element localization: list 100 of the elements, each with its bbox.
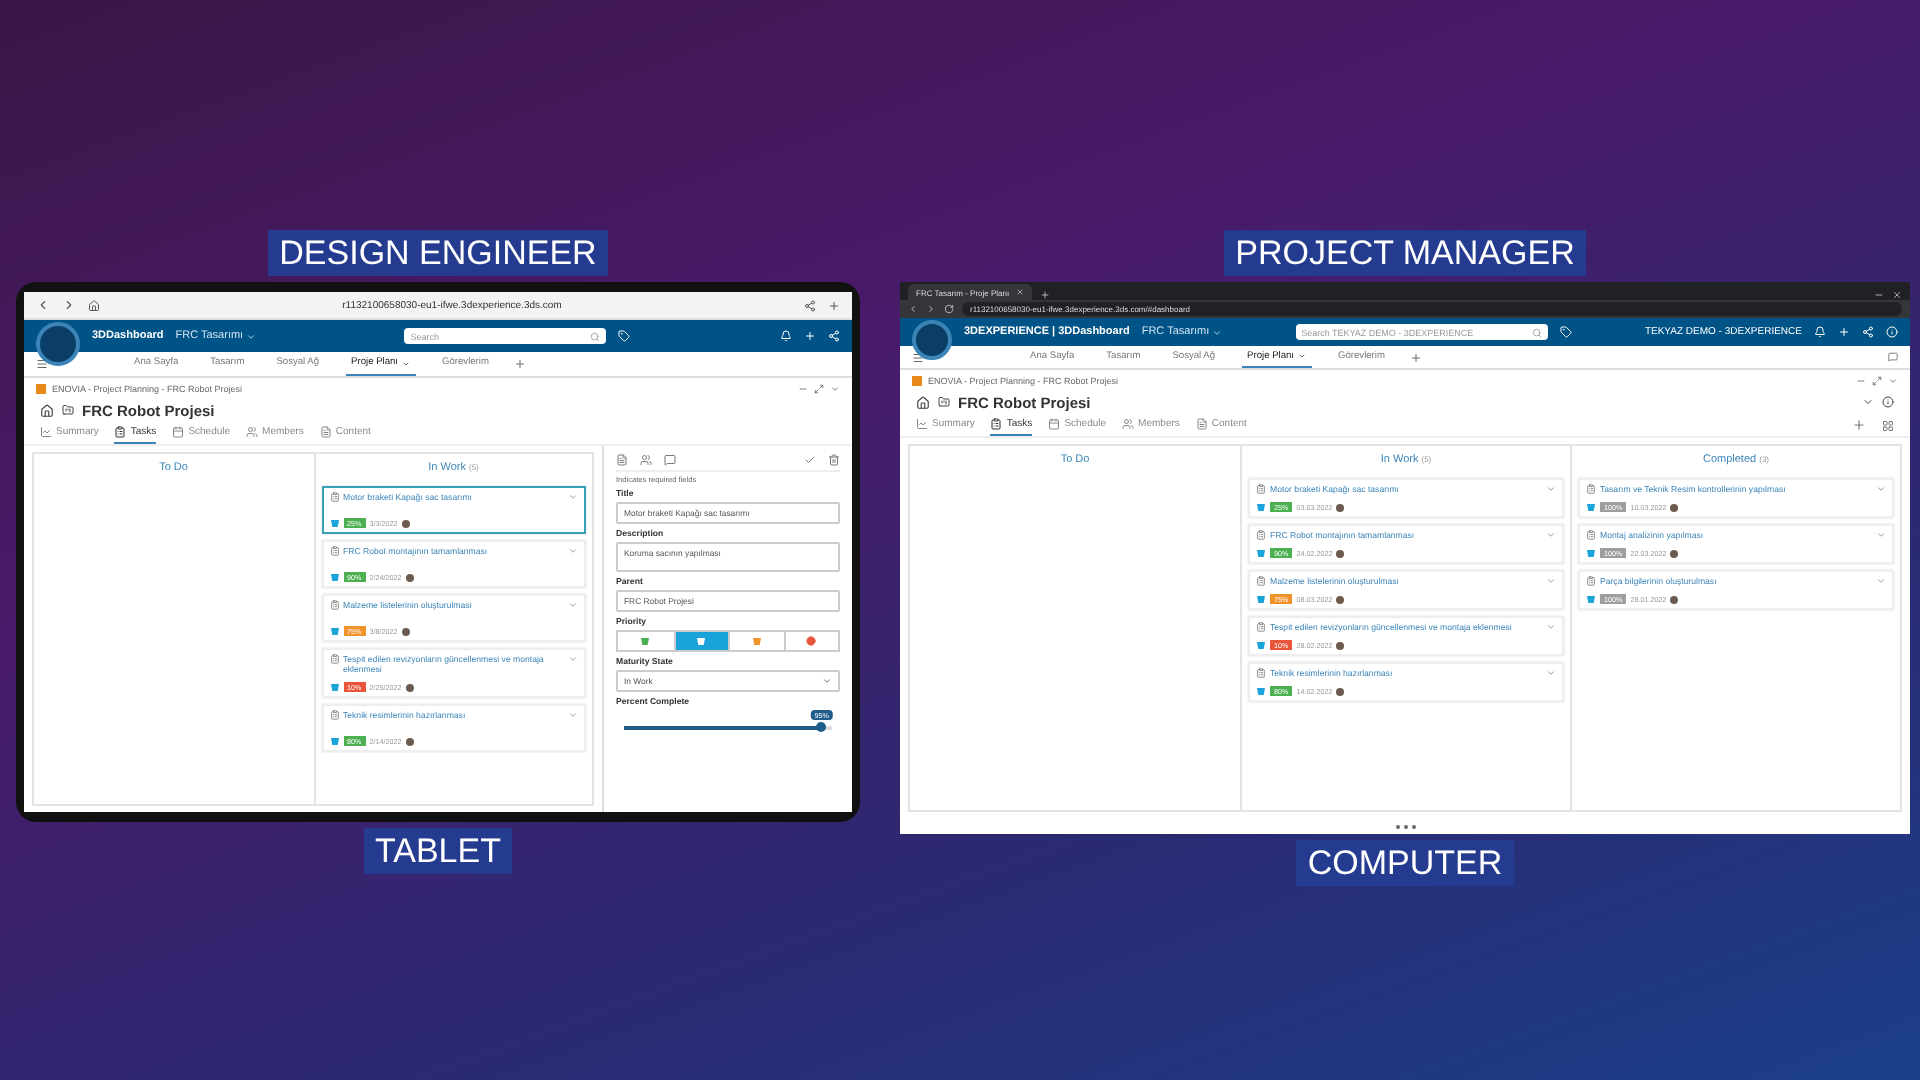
bucket-icon [1256, 502, 1266, 512]
tag-icon[interactable] [618, 330, 631, 342]
add-tab-icon[interactable] [1410, 351, 1423, 363]
grid-view-icon[interactable] [1882, 419, 1894, 431]
bucket-icon [1256, 594, 1266, 604]
chevron-down-icon [568, 600, 578, 610]
add-icon[interactable] [804, 330, 816, 342]
chart-icon [916, 418, 928, 430]
chevron-down-icon [1546, 576, 1556, 586]
chevron-down-icon [568, 546, 578, 556]
notification-icon[interactable] [780, 330, 792, 342]
document-icon[interactable] [616, 454, 628, 466]
search-icon [590, 331, 601, 341]
avatar-icon [1336, 503, 1345, 511]
forward-icon[interactable] [62, 298, 76, 312]
avatar-icon [1336, 595, 1345, 603]
back-icon[interactable] [36, 298, 50, 312]
avatar-icon [1336, 641, 1345, 649]
chevron-down-icon [1876, 530, 1886, 540]
chevron-down-icon [1546, 622, 1556, 632]
caret-icon [822, 676, 832, 686]
avatar-icon [405, 737, 414, 745]
home-icon[interactable] [88, 299, 100, 311]
bucket-icon [1256, 686, 1266, 696]
project-icon [938, 396, 950, 408]
chevron-down-icon[interactable] [830, 383, 840, 393]
project-icon [62, 404, 74, 416]
tag-icon[interactable] [1559, 326, 1572, 338]
clipboard-icon [1256, 668, 1266, 678]
app-icon [36, 383, 46, 393]
avatar-icon [1336, 687, 1345, 695]
back-icon[interactable] [908, 304, 918, 314]
clipboard-icon [1586, 484, 1596, 494]
clipboard-icon [329, 710, 339, 720]
avatar-icon [405, 683, 414, 691]
bucket-icon [1586, 502, 1596, 512]
add-icon[interactable] [1838, 326, 1850, 338]
clipboard-icon [1256, 484, 1266, 494]
chevron-down-icon [1546, 668, 1556, 678]
chevron-down-icon [1862, 396, 1874, 408]
chevron-down-icon [1546, 484, 1556, 494]
chevron-down-icon [1876, 484, 1886, 494]
chevron-down-icon [568, 654, 578, 664]
clipboard-icon [1256, 576, 1266, 586]
slider-thumb[interactable] [816, 722, 827, 732]
clipboard-icon [1256, 530, 1266, 540]
check-icon[interactable] [804, 454, 816, 466]
maximize-icon[interactable] [814, 383, 824, 393]
bucket-icon [329, 572, 339, 582]
avatar-icon [401, 519, 410, 527]
clipboard-icon [329, 600, 339, 610]
device-caption: COMPUTER [1295, 840, 1515, 886]
calendar-icon [1048, 418, 1061, 430]
comment-icon[interactable] [664, 454, 676, 466]
clipboard-icon [329, 492, 339, 502]
chevron-down-icon [1876, 576, 1886, 586]
bucket-icon [1256, 548, 1266, 558]
bucket-icon [1586, 594, 1596, 604]
notification-icon[interactable] [1814, 326, 1826, 338]
add-tab-icon[interactable] [514, 358, 527, 370]
minimize-icon[interactable] [1874, 290, 1884, 300]
more-icon[interactable] [1393, 823, 1417, 829]
clipboard-icon [990, 418, 1003, 430]
bucket-icon [329, 626, 339, 636]
members-icon[interactable] [640, 454, 652, 466]
clipboard-icon [114, 426, 127, 438]
document-icon [1195, 418, 1208, 430]
delete-icon[interactable] [828, 454, 840, 466]
caret-icon [1211, 327, 1222, 337]
avatar-icon [1670, 503, 1679, 511]
menu-icon[interactable] [36, 358, 48, 370]
menu-icon[interactable] [912, 351, 924, 363]
info-icon[interactable] [1882, 396, 1894, 408]
priority-option[interactable] [673, 632, 728, 650]
new-tab-icon[interactable] [828, 299, 840, 311]
chevron-down-icon[interactable] [1888, 375, 1898, 385]
reload-icon[interactable] [944, 304, 954, 314]
document-icon [319, 426, 332, 438]
clipboard-icon [1586, 530, 1596, 540]
chat-icon[interactable] [1888, 352, 1898, 362]
help-icon[interactable] [1886, 326, 1898, 338]
forward-icon[interactable] [926, 304, 936, 314]
share-icon[interactable] [1862, 326, 1874, 338]
bucket-icon [329, 518, 339, 528]
maximize-icon[interactable] [1872, 375, 1882, 385]
new-tab-icon[interactable] [1039, 290, 1050, 300]
chart-icon [40, 426, 52, 438]
home-icon[interactable] [40, 403, 54, 417]
app-icon [912, 375, 922, 385]
share-icon[interactable] [804, 299, 816, 311]
avatar-icon [405, 573, 414, 581]
bucket-icon [1586, 548, 1596, 558]
chevron-down-icon [1546, 530, 1556, 540]
chevron-down-icon [568, 492, 578, 502]
home-icon[interactable] [916, 395, 930, 409]
clipboard-icon [329, 546, 339, 556]
bucket-icon [329, 736, 339, 746]
share-icon[interactable] [828, 330, 840, 342]
caret-icon [245, 331, 256, 341]
avatar-icon [1670, 549, 1679, 557]
